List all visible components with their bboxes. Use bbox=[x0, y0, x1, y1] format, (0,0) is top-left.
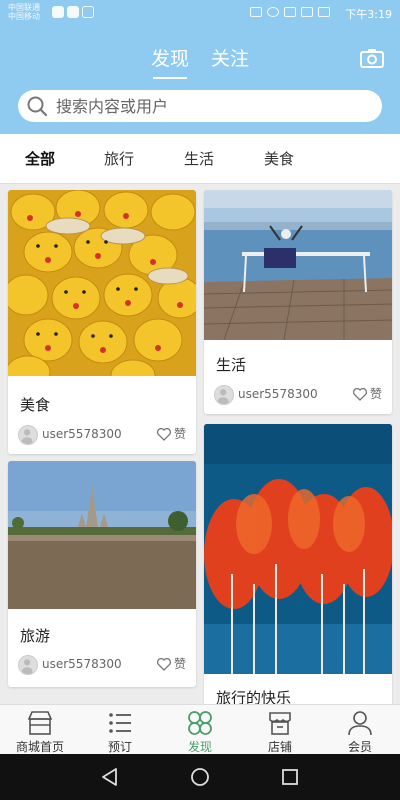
nav-item-shop-home[interactable]: 商城首页 bbox=[0, 707, 80, 755]
like-button[interactable]: 赞 bbox=[156, 655, 186, 672]
clover-icon bbox=[188, 711, 212, 735]
recents-icon[interactable] bbox=[279, 766, 301, 788]
category-life[interactable]: 生活 bbox=[184, 148, 214, 169]
username[interactable]: user5578300 bbox=[42, 427, 122, 441]
category-travel[interactable]: 旅行 bbox=[104, 148, 134, 169]
avatar[interactable] bbox=[18, 425, 38, 445]
cloud-notification-icon bbox=[82, 6, 94, 18]
avatar[interactable] bbox=[214, 385, 234, 405]
top-tabs: 发现 关注 bbox=[0, 44, 400, 79]
category-all[interactable]: 全部 bbox=[25, 148, 55, 169]
back-icon[interactable] bbox=[99, 766, 121, 788]
card-title: 美食 bbox=[20, 396, 51, 414]
store-icon bbox=[269, 712, 291, 735]
nav-label: 店铺 bbox=[267, 740, 292, 754]
feed-card-tour[interactable]: 旅游 user5578300 赞 bbox=[8, 461, 196, 687]
bottom-nav: 商城首页 预订 发现 店铺 会员 bbox=[0, 704, 400, 754]
food-photo bbox=[8, 190, 196, 376]
signal-icon bbox=[301, 7, 313, 17]
like-label: 赞 bbox=[173, 657, 186, 671]
home-icon[interactable] bbox=[189, 766, 211, 788]
person-icon bbox=[348, 711, 372, 736]
system-status-icons bbox=[250, 7, 330, 17]
nav-label: 会员 bbox=[347, 740, 372, 754]
notification-icons bbox=[52, 6, 94, 18]
card-meta: user5578300 赞 bbox=[18, 654, 186, 676]
search-bar[interactable] bbox=[18, 90, 382, 122]
category-tabs: 全部 旅行 生活 美食 bbox=[0, 134, 400, 184]
like-label: 赞 bbox=[369, 387, 382, 401]
carrier-line-2: 中国移动 bbox=[8, 12, 40, 21]
nav-item-booking[interactable]: 预订 bbox=[80, 707, 160, 755]
carrier-line-1: 中国联通 bbox=[8, 3, 40, 12]
username[interactable]: user5578300 bbox=[42, 657, 122, 671]
avatar-notification-icon bbox=[67, 6, 79, 18]
username[interactable]: user5578300 bbox=[238, 387, 318, 401]
alarm-icon bbox=[267, 7, 279, 17]
carrier-info: 中国联通 中国移动 bbox=[8, 3, 40, 21]
shop-icon bbox=[27, 711, 53, 735]
nav-label: 发现 bbox=[187, 740, 212, 754]
card-title: 生活 bbox=[216, 356, 247, 374]
system-navigation-bar bbox=[0, 754, 400, 800]
card-title: 旅行的快乐 bbox=[216, 689, 292, 704]
tab-discover[interactable]: 发现 bbox=[151, 44, 189, 79]
camera-icon[interactable] bbox=[360, 48, 384, 68]
lakeside-photo bbox=[204, 190, 392, 340]
heart-icon bbox=[156, 427, 172, 441]
nav-label: 商城首页 bbox=[15, 740, 64, 754]
feed-card-life[interactable]: 生活 user5578300 赞 bbox=[204, 190, 392, 414]
clock: 下午3:19 bbox=[345, 8, 392, 21]
card-title: 旅游 bbox=[20, 627, 51, 645]
list-icon bbox=[109, 713, 131, 733]
like-button[interactable]: 赞 bbox=[156, 425, 186, 442]
nfc-icon bbox=[250, 7, 262, 17]
nav-item-member[interactable]: 会员 bbox=[320, 707, 400, 755]
nav-label: 预订 bbox=[107, 740, 132, 754]
heart-icon bbox=[156, 657, 172, 671]
feed-card-travel-joy[interactable]: 旅行的快乐 bbox=[204, 424, 392, 704]
app-notification-icon bbox=[52, 6, 64, 18]
nav-item-discover[interactable]: 发现 bbox=[160, 707, 240, 755]
app-header: 中国联通 中国移动 下午3:19 发现 关注 bbox=[0, 0, 400, 134]
card-meta: user5578300 赞 bbox=[214, 384, 382, 406]
wifi-icon bbox=[284, 7, 296, 17]
discovery-feed: 美食 user5578300 赞 生活 user5578300 赞 旅游 use… bbox=[0, 184, 400, 704]
heart-icon bbox=[352, 387, 368, 401]
search-icon bbox=[27, 96, 48, 117]
temple-photo bbox=[8, 461, 196, 609]
like-button[interactable]: 赞 bbox=[352, 385, 382, 402]
nav-item-store[interactable]: 店铺 bbox=[240, 707, 320, 755]
category-food[interactable]: 美食 bbox=[264, 148, 294, 169]
status-bar: 中国联通 中国移动 下午3:19 bbox=[0, 0, 400, 26]
avatar[interactable] bbox=[18, 655, 38, 675]
tab-follow[interactable]: 关注 bbox=[211, 44, 249, 71]
card-meta: user5578300 赞 bbox=[18, 424, 186, 446]
autumn-trees-photo bbox=[204, 424, 392, 674]
search-input[interactable] bbox=[56, 90, 356, 122]
like-label: 赞 bbox=[173, 427, 186, 441]
battery-icon bbox=[318, 7, 330, 17]
feed-card-food[interactable]: 美食 user5578300 赞 bbox=[8, 190, 196, 454]
